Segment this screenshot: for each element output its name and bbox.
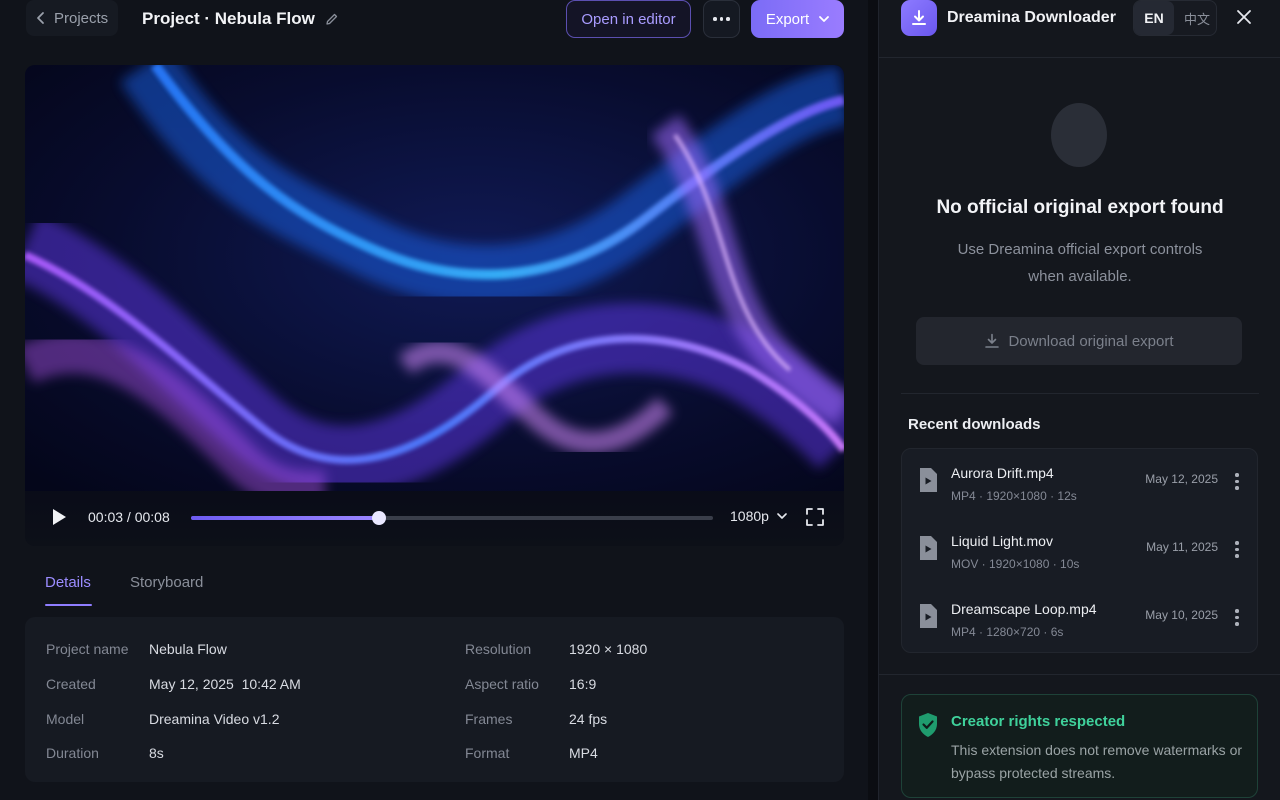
open-in-editor-button[interactable]: Open in editor (566, 0, 691, 38)
video-frame[interactable] (25, 65, 844, 491)
divider (879, 674, 1280, 675)
empty-state-title: No official original export found (936, 197, 1224, 218)
file-meta: MP4 · 1280×720 · 6s (951, 625, 1064, 639)
shield-check-icon (919, 713, 937, 737)
detail-label: Aspect ratio (465, 676, 539, 692)
creator-rights-notice: Creator rights respected This extension … (901, 694, 1258, 798)
downloader-logo (901, 0, 937, 36)
detail-label: Duration (46, 745, 99, 761)
back-label: Projects (54, 9, 109, 27)
panel-header: Dreamina Downloader EN 中文 (879, 0, 1280, 58)
pencil-icon[interactable] (325, 12, 339, 26)
downloader-panel: Dreamina Downloader EN 中文 No official or… (878, 0, 1280, 800)
file-name: Dreamscape Loop.mp4 (951, 601, 1097, 617)
dot (713, 17, 717, 21)
chevron-down-icon (777, 512, 787, 519)
rights-title: Creator rights respected (951, 713, 1126, 730)
empty-state-description: Use Dreamina official export controls wh… (957, 241, 1203, 285)
export-label: Export (765, 10, 810, 28)
detail-value: MP4 (569, 745, 598, 761)
play-icon[interactable] (50, 507, 68, 527)
list-item[interactable]: Liquid Light.mov MOV · 1920×1080 · 10s M… (902, 517, 1259, 585)
recent-downloads-title: Recent downloads (908, 416, 1041, 433)
quality-selector[interactable]: 1080p (730, 508, 787, 524)
file-meta: MP4 · 1920×1080 · 12s (951, 489, 1077, 503)
language-switcher: EN 中文 (1133, 0, 1217, 36)
kebab-menu-icon[interactable] (1234, 609, 1240, 627)
top-bar: Projects Project · Nebula Flow Open in e… (0, 0, 868, 40)
download-original-button[interactable]: Download original export (916, 317, 1242, 365)
detail-label: Created (46, 676, 96, 692)
kebab-menu-icon[interactable] (1234, 541, 1240, 559)
file-date: May 10, 2025 (1145, 608, 1218, 622)
video-player[interactable]: 00:03 / 00:08 1080p (25, 65, 844, 546)
list-item[interactable]: Aurora Drift.mp4 MP4 · 1920×1080 · 12s M… (902, 449, 1259, 517)
detail-value: Dreamina Video v1.2 (149, 711, 280, 727)
more-options-button[interactable] (703, 0, 740, 38)
video-file-icon (920, 536, 937, 560)
detail-label: Resolution (465, 641, 532, 657)
dot (719, 17, 724, 21)
file-date: May 12, 2025 (1145, 472, 1218, 486)
recent-downloads-list: Aurora Drift.mp4 MP4 · 1920×1080 · 12s M… (901, 448, 1258, 653)
time-display: 00:03 / 00:08 (88, 509, 170, 525)
lang-en-button[interactable]: EN (1134, 1, 1174, 35)
detail-value: 1920 × 1080 (569, 641, 648, 657)
detail-value: 8s (149, 745, 164, 761)
file-meta: MOV · 1920×1080 · 10s (951, 557, 1080, 571)
details-card: Project name Nebula Flow Created May 12,… (25, 617, 844, 782)
player-controls: 00:03 / 00:08 1080p (25, 491, 844, 546)
detail-value: Nebula Flow (149, 641, 227, 657)
progress-track[interactable] (191, 511, 713, 525)
kebab-menu-icon[interactable] (1234, 473, 1240, 491)
download-label: Download original export (1008, 332, 1174, 350)
detail-label: Model (46, 711, 85, 727)
detail-label: Project name (46, 641, 129, 657)
tab-bar: Details Storyboard (45, 574, 295, 608)
list-item[interactable]: Dreamscape Loop.mp4 MP4 · 1280×720 · 6s … (902, 585, 1259, 653)
close-icon[interactable] (1236, 9, 1252, 25)
file-name: Aurora Drift.mp4 (951, 465, 1054, 481)
back-to-projects-button[interactable]: Projects (26, 0, 118, 36)
file-date: May 11, 2025 (1146, 540, 1218, 554)
detail-value: May 12, 2025 10:42 AM (149, 676, 301, 692)
progress-fill (191, 516, 379, 520)
tab-storyboard[interactable]: Storyboard (130, 574, 203, 591)
video-file-icon (920, 468, 937, 492)
panel-title: Dreamina Downloader (947, 9, 1116, 26)
file-name: Liquid Light.mov (951, 533, 1053, 549)
project-title-text: Project · Nebula Flow (142, 9, 315, 28)
detail-label: Format (465, 745, 510, 761)
detail-value: 16:9 (569, 676, 597, 692)
empty-state-illustration (1051, 103, 1107, 167)
quality-label: 1080p (730, 508, 769, 524)
rights-description: This extension does not remove watermark… (951, 742, 1243, 781)
progress-knob[interactable] (371, 511, 386, 525)
detail-label: Frames (465, 711, 513, 727)
fullscreen-icon[interactable] (806, 508, 824, 526)
dot (726, 17, 730, 21)
main-area: Projects Project · Nebula Flow Open in e… (0, 0, 868, 800)
project-title: Project · Nebula Flow (142, 9, 339, 29)
video-file-icon (920, 604, 937, 628)
download-icon (985, 333, 1000, 348)
download-icon (912, 10, 926, 25)
panel-divider (868, 0, 878, 800)
export-button[interactable]: Export (751, 0, 844, 38)
lang-zh-button[interactable]: 中文 (1178, 1, 1216, 35)
chevron-down-icon (819, 15, 830, 22)
detail-value: 24 fps (569, 711, 608, 727)
chevron-left-icon (37, 12, 44, 24)
tab-details[interactable]: Details (45, 574, 92, 606)
divider (901, 393, 1259, 394)
